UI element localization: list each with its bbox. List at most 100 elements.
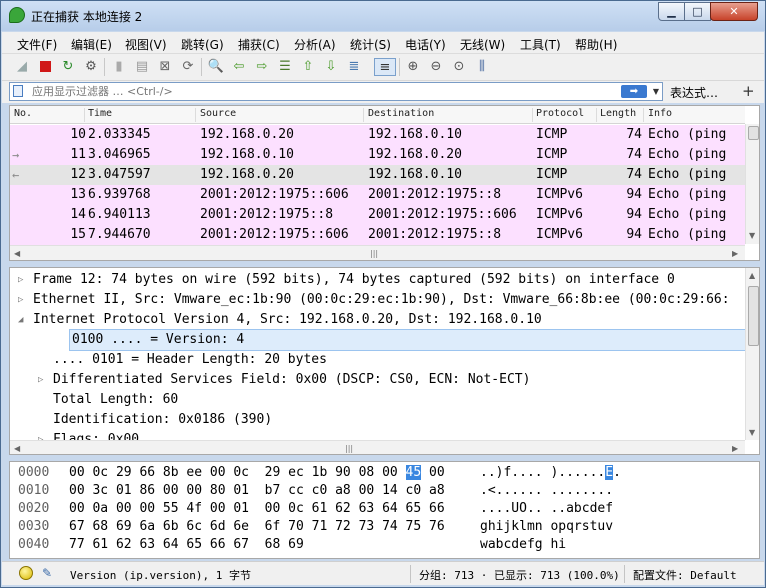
- scroll-down-icon[interactable]: ▼: [749, 231, 755, 240]
- menu-edit[interactable]: 编辑(E): [71, 36, 112, 53]
- scroll-down-icon[interactable]: ▼: [749, 428, 755, 437]
- column-header-destination[interactable]: Destination: [368, 108, 434, 119]
- menu-telephony[interactable]: 电话(Y): [405, 36, 446, 53]
- restart-capture-icon[interactable]: ↻: [59, 58, 77, 76]
- display-filter-box[interactable]: ➡ ▼: [9, 82, 663, 101]
- apply-filter-arrow-icon[interactable]: ➡: [621, 85, 647, 98]
- menu-view[interactable]: 视图(V): [125, 36, 167, 53]
- bytes-hex[interactable]: 00 0a 00 00 55 4f 00 01 00 0c 61 62 63 6…: [69, 500, 445, 518]
- bytes-hex[interactable]: 00 3c 01 86 00 00 80 01 b7 cc c0 a8 00 1…: [69, 482, 445, 500]
- bytes-ascii[interactable]: ghijklmn opqrstuv: [480, 518, 613, 536]
- packet-list-scroll-thumb[interactable]: [748, 126, 759, 140]
- packet-details[interactable]: ▷ Frame 12: 74 bytes on wire (592 bits), …: [9, 267, 760, 455]
- bytes-row[interactable]: 0020 00 0a 00 00 55 4f 00 01 00 0c 61 62 …: [10, 500, 750, 518]
- scroll-grip-icon[interactable]: |||: [370, 249, 378, 258]
- detail-tree-item[interactable]: Identification: 0x0186 (390): [10, 410, 745, 430]
- go-back-icon[interactable]: ⇦: [230, 58, 248, 76]
- scroll-right-icon[interactable]: ▶: [732, 249, 738, 258]
- bytes-ascii[interactable]: wabcdefg hi: [480, 536, 566, 554]
- capture-comment-icon[interactable]: ✎: [42, 566, 56, 580]
- tree-expander-icon[interactable]: ◢: [18, 310, 23, 330]
- scroll-right-icon[interactable]: ▶: [732, 444, 738, 453]
- detail-tree-item[interactable]: ◢ Internet Protocol Version 4, Src: 192.1…: [10, 310, 745, 330]
- expert-info-led-icon[interactable]: [19, 566, 33, 580]
- menu-tools[interactable]: 工具(T): [520, 36, 561, 53]
- add-filter-button[interactable]: +: [742, 82, 755, 100]
- autoscroll-icon[interactable]: ≣: [345, 58, 363, 76]
- capture-options-icon[interactable]: ⚙: [82, 58, 100, 76]
- find-packet-icon[interactable]: 🔍: [207, 58, 225, 76]
- zoom-out-icon[interactable]: ⊖: [427, 58, 445, 76]
- menu-file[interactable]: 文件(F): [17, 36, 57, 53]
- save-file-icon[interactable]: ▤: [133, 58, 151, 76]
- bytes-ascii[interactable]: ..)f.... )......E.: [480, 464, 621, 482]
- packet-row[interactable]: 13 6.939768 2001:2012:1975::606 2001:2012:1…: [10, 185, 745, 205]
- bytes-hex[interactable]: 67 68 69 6a 6b 6c 6d 6e 6f 70 71 72 73 7…: [69, 518, 445, 536]
- stop-capture-icon[interactable]: [36, 58, 54, 76]
- status-profile[interactable]: 配置文件: Default: [633, 567, 737, 583]
- column-header-protocol[interactable]: Protocol: [536, 108, 584, 119]
- close-file-icon[interactable]: ⊠: [156, 58, 174, 76]
- menu-wireless[interactable]: 无线(W): [460, 36, 505, 53]
- bytes-row[interactable]: 0030 67 68 69 6a 6b 6c 6d 6e 6f 70 71 72 …: [10, 518, 750, 536]
- column-header-length[interactable]: Length: [600, 108, 636, 119]
- bytes-row[interactable]: 0000 00 0c 29 66 8b ee 00 0c 29 ec 1b 90 …: [10, 464, 750, 482]
- expression-button[interactable]: 表达式…: [670, 84, 718, 101]
- packet-row[interactable]: → 11 3.046965 192.168.0.10 192.168.0.20 ICMP 7…: [10, 145, 745, 165]
- bytes-hex[interactable]: 77 61 62 63 64 65 66 67 68 69: [69, 536, 304, 554]
- packet-row[interactable]: ← 12 3.047597 192.168.0.20 192.168.0.10 ICMP 7…: [10, 165, 745, 185]
- close-button[interactable]: ✕: [710, 2, 758, 21]
- details-scroll-thumb[interactable]: [748, 286, 759, 346]
- go-last-icon[interactable]: ⇩: [322, 58, 340, 76]
- detail-tree-item[interactable]: 0100 .... = Version: 4: [69, 329, 746, 351]
- detail-tree-item[interactable]: ▷ Frame 12: 74 bytes on wire (592 bits), …: [10, 270, 745, 290]
- packet-list-horizontal-scrollbar[interactable]: ◀ ||| ▶: [10, 245, 745, 260]
- scroll-left-icon[interactable]: ◀: [14, 444, 20, 453]
- bytes-ascii[interactable]: .<...... ........: [480, 482, 613, 500]
- filter-history-dropdown-icon[interactable]: ▼: [651, 85, 661, 98]
- scroll-up-icon[interactable]: ▲: [749, 271, 755, 280]
- column-header-info[interactable]: Info: [648, 108, 672, 119]
- packet-list-vertical-scrollbar[interactable]: ▼: [745, 124, 759, 244]
- menu-go[interactable]: 跳转(G): [181, 36, 224, 53]
- detail-tree-item[interactable]: .... 0101 = Header Length: 20 bytes: [10, 350, 745, 370]
- bytes-hex[interactable]: 00 0c 29 66 8b ee 00 0c 29 ec 1b 90 08 0…: [69, 464, 445, 482]
- bytes-row[interactable]: 0040 77 61 62 63 64 65 66 67 68 69 wabcdef…: [10, 536, 750, 554]
- column-header-time[interactable]: Time: [88, 108, 112, 119]
- bytes-ascii[interactable]: ....UO.. ..abcdef: [480, 500, 613, 518]
- scroll-grip-icon[interactable]: |||: [345, 444, 353, 453]
- zoom-in-icon[interactable]: ⊕: [404, 58, 422, 76]
- colorize-icon[interactable]: ≡: [374, 58, 396, 76]
- go-forward-icon[interactable]: ⇨: [253, 58, 271, 76]
- title-bar[interactable]: 正在捕获 本地连接 2 ▁ □ ✕: [1, 1, 765, 31]
- menu-statistics[interactable]: 统计(S): [350, 36, 391, 53]
- packet-list[interactable]: No. Time Source Destination Protocol Len…: [9, 105, 760, 261]
- filter-bookmark-icon[interactable]: [13, 85, 23, 97]
- go-first-icon[interactable]: ⇧: [299, 58, 317, 76]
- start-capture-icon[interactable]: ◢: [13, 58, 31, 76]
- details-horizontal-scrollbar[interactable]: ◀ ||| ▶: [10, 440, 745, 454]
- detail-tree-item[interactable]: ▷ Ethernet II, Src: Vmware_ec:1b:90 (00:0…: [10, 290, 745, 310]
- detail-tree-item[interactable]: Total Length: 60: [10, 390, 745, 410]
- tree-expander-icon[interactable]: ▷: [18, 270, 23, 290]
- packet-row[interactable]: 14 6.940113 2001:2012:1975::8 2001:2012:197…: [10, 205, 745, 225]
- minimize-button[interactable]: ▁: [658, 2, 685, 21]
- go-to-packet-icon[interactable]: ☰: [276, 58, 294, 76]
- bytes-row[interactable]: 0010 00 3c 01 86 00 00 80 01 b7 cc c0 a8 …: [10, 482, 750, 500]
- zoom-normal-icon[interactable]: ⊙: [450, 58, 468, 76]
- column-header-no[interactable]: No.: [14, 108, 32, 119]
- maximize-button[interactable]: □: [684, 2, 711, 21]
- menu-help[interactable]: 帮助(H): [575, 36, 617, 53]
- display-filter-input[interactable]: [32, 84, 592, 99]
- packet-row[interactable]: 15 7.944670 2001:2012:1975::606 2001:2012:1…: [10, 225, 745, 245]
- menu-analyze[interactable]: 分析(A): [294, 36, 336, 53]
- reload-file-icon[interactable]: ⟳: [179, 58, 197, 76]
- tree-expander-icon[interactable]: ▷: [38, 370, 43, 390]
- packet-row[interactable]: 10 2.033345 192.168.0.20 192.168.0.10 ICMP 74…: [10, 125, 745, 145]
- details-vertical-scrollbar[interactable]: ▲ ▼: [745, 268, 759, 440]
- menu-capture[interactable]: 捕获(C): [238, 36, 280, 53]
- detail-tree-item[interactable]: ▷ Differentiated Services Field: 0x00 (DS…: [10, 370, 745, 390]
- open-file-icon[interactable]: ▮: [110, 58, 128, 76]
- packet-bytes[interactable]: 0000 00 0c 29 66 8b ee 00 0c 29 ec 1b 90 …: [9, 461, 760, 559]
- resize-columns-icon[interactable]: ⫼: [473, 58, 491, 76]
